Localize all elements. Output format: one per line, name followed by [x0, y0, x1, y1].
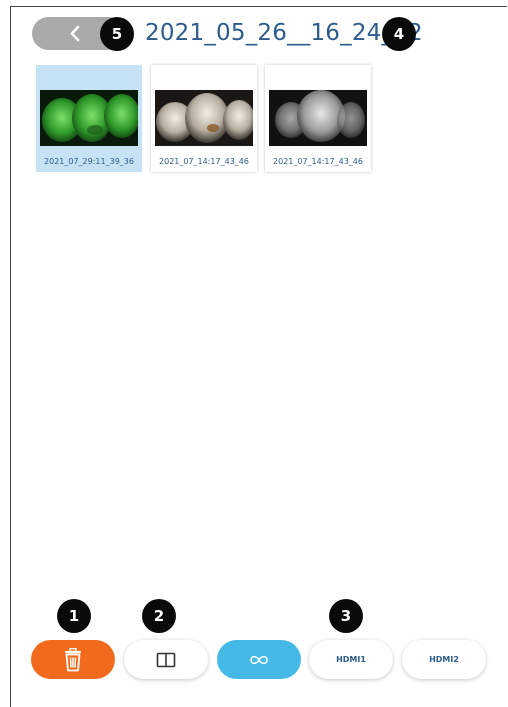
thumbnail-2[interactable]: 2021_07_14:17_43_46 — [151, 65, 257, 172]
infinity-link-icon — [250, 655, 268, 664]
hdmi2-button[interactable]: HDMI2 — [402, 640, 486, 679]
thumbnail-image-white-light — [155, 90, 253, 146]
delete-button[interactable] — [31, 640, 115, 679]
thumbnail-caption: 2021_07_14:17_43_46 — [159, 157, 249, 166]
thumbnail-1[interactable]: 2021_07_29:11_39_36 — [36, 65, 142, 172]
chevron-left-icon — [70, 25, 80, 42]
callout-1: 1 — [57, 599, 91, 633]
thumbnail-caption: 2021_07_14:17_43_46 — [273, 157, 363, 166]
compare-view-button[interactable] — [124, 640, 208, 679]
thumbnail-caption: 2021_07_29:11_39_36 — [44, 157, 134, 166]
trash-icon — [65, 647, 81, 671]
callout-2: 2 — [142, 599, 176, 633]
callout-5: 5 — [100, 17, 134, 51]
hdmi2-label: HDMI2 — [429, 655, 459, 664]
callout-3: 3 — [329, 599, 363, 633]
thumbnail-image-fluorescence — [40, 90, 138, 146]
link-button[interactable] — [217, 640, 301, 679]
thumbnail-image-grayscale — [269, 90, 367, 146]
hdmi1-button[interactable]: HDMI1 — [309, 640, 393, 679]
thumbnail-3[interactable]: 2021_07_14:17_43_46 — [265, 65, 371, 172]
callout-4: 4 — [382, 17, 416, 51]
split-view-icon — [156, 652, 176, 667]
hdmi1-label: HDMI1 — [336, 655, 366, 664]
